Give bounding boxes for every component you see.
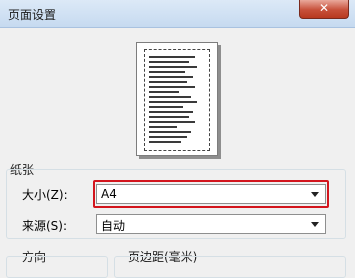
preview-text-line: [149, 76, 193, 78]
paper-size-highlight: [93, 180, 329, 208]
preview-text-line: [149, 126, 177, 128]
page-preview: [136, 42, 218, 156]
preview-text-line: [149, 121, 195, 123]
chevron-down-icon: [311, 222, 319, 227]
orientation-group-box: [6, 256, 108, 278]
preview-text-line: [149, 71, 185, 73]
preview-text-line: [149, 136, 187, 138]
preview-text-line: [149, 91, 179, 93]
preview-text-line: [149, 116, 189, 118]
preview-text-line: [149, 141, 181, 143]
preview-text-line: [149, 81, 187, 83]
window-title: 页面设置: [8, 8, 57, 22]
page-margin-outline: [144, 49, 210, 151]
paper-source-value: 自动: [101, 219, 126, 233]
title-bar: 页面设置 ✕: [0, 0, 355, 28]
margins-group-box: [114, 256, 346, 278]
preview-text-line: [149, 66, 197, 68]
dialog-body: 纸张 大小(Z): A4 来源(S): 自动 方向 页边距(毫米): [0, 28, 355, 278]
close-button[interactable]: ✕: [299, 0, 349, 19]
preview-text-line: [149, 96, 191, 98]
paper-source-label: 来源(S):: [22, 219, 68, 233]
preview-text-line: [149, 131, 191, 133]
paper-source-select[interactable]: 自动: [96, 214, 326, 234]
paper-size-label: 大小(Z):: [22, 188, 68, 202]
preview-text-line: [149, 111, 193, 113]
preview-text-line: [149, 61, 189, 63]
preview-text-line: [149, 56, 195, 58]
preview-text-line: [149, 101, 197, 103]
preview-text-line: [149, 106, 183, 108]
preview-text-line: [149, 86, 195, 88]
close-icon: ✕: [318, 1, 330, 15]
